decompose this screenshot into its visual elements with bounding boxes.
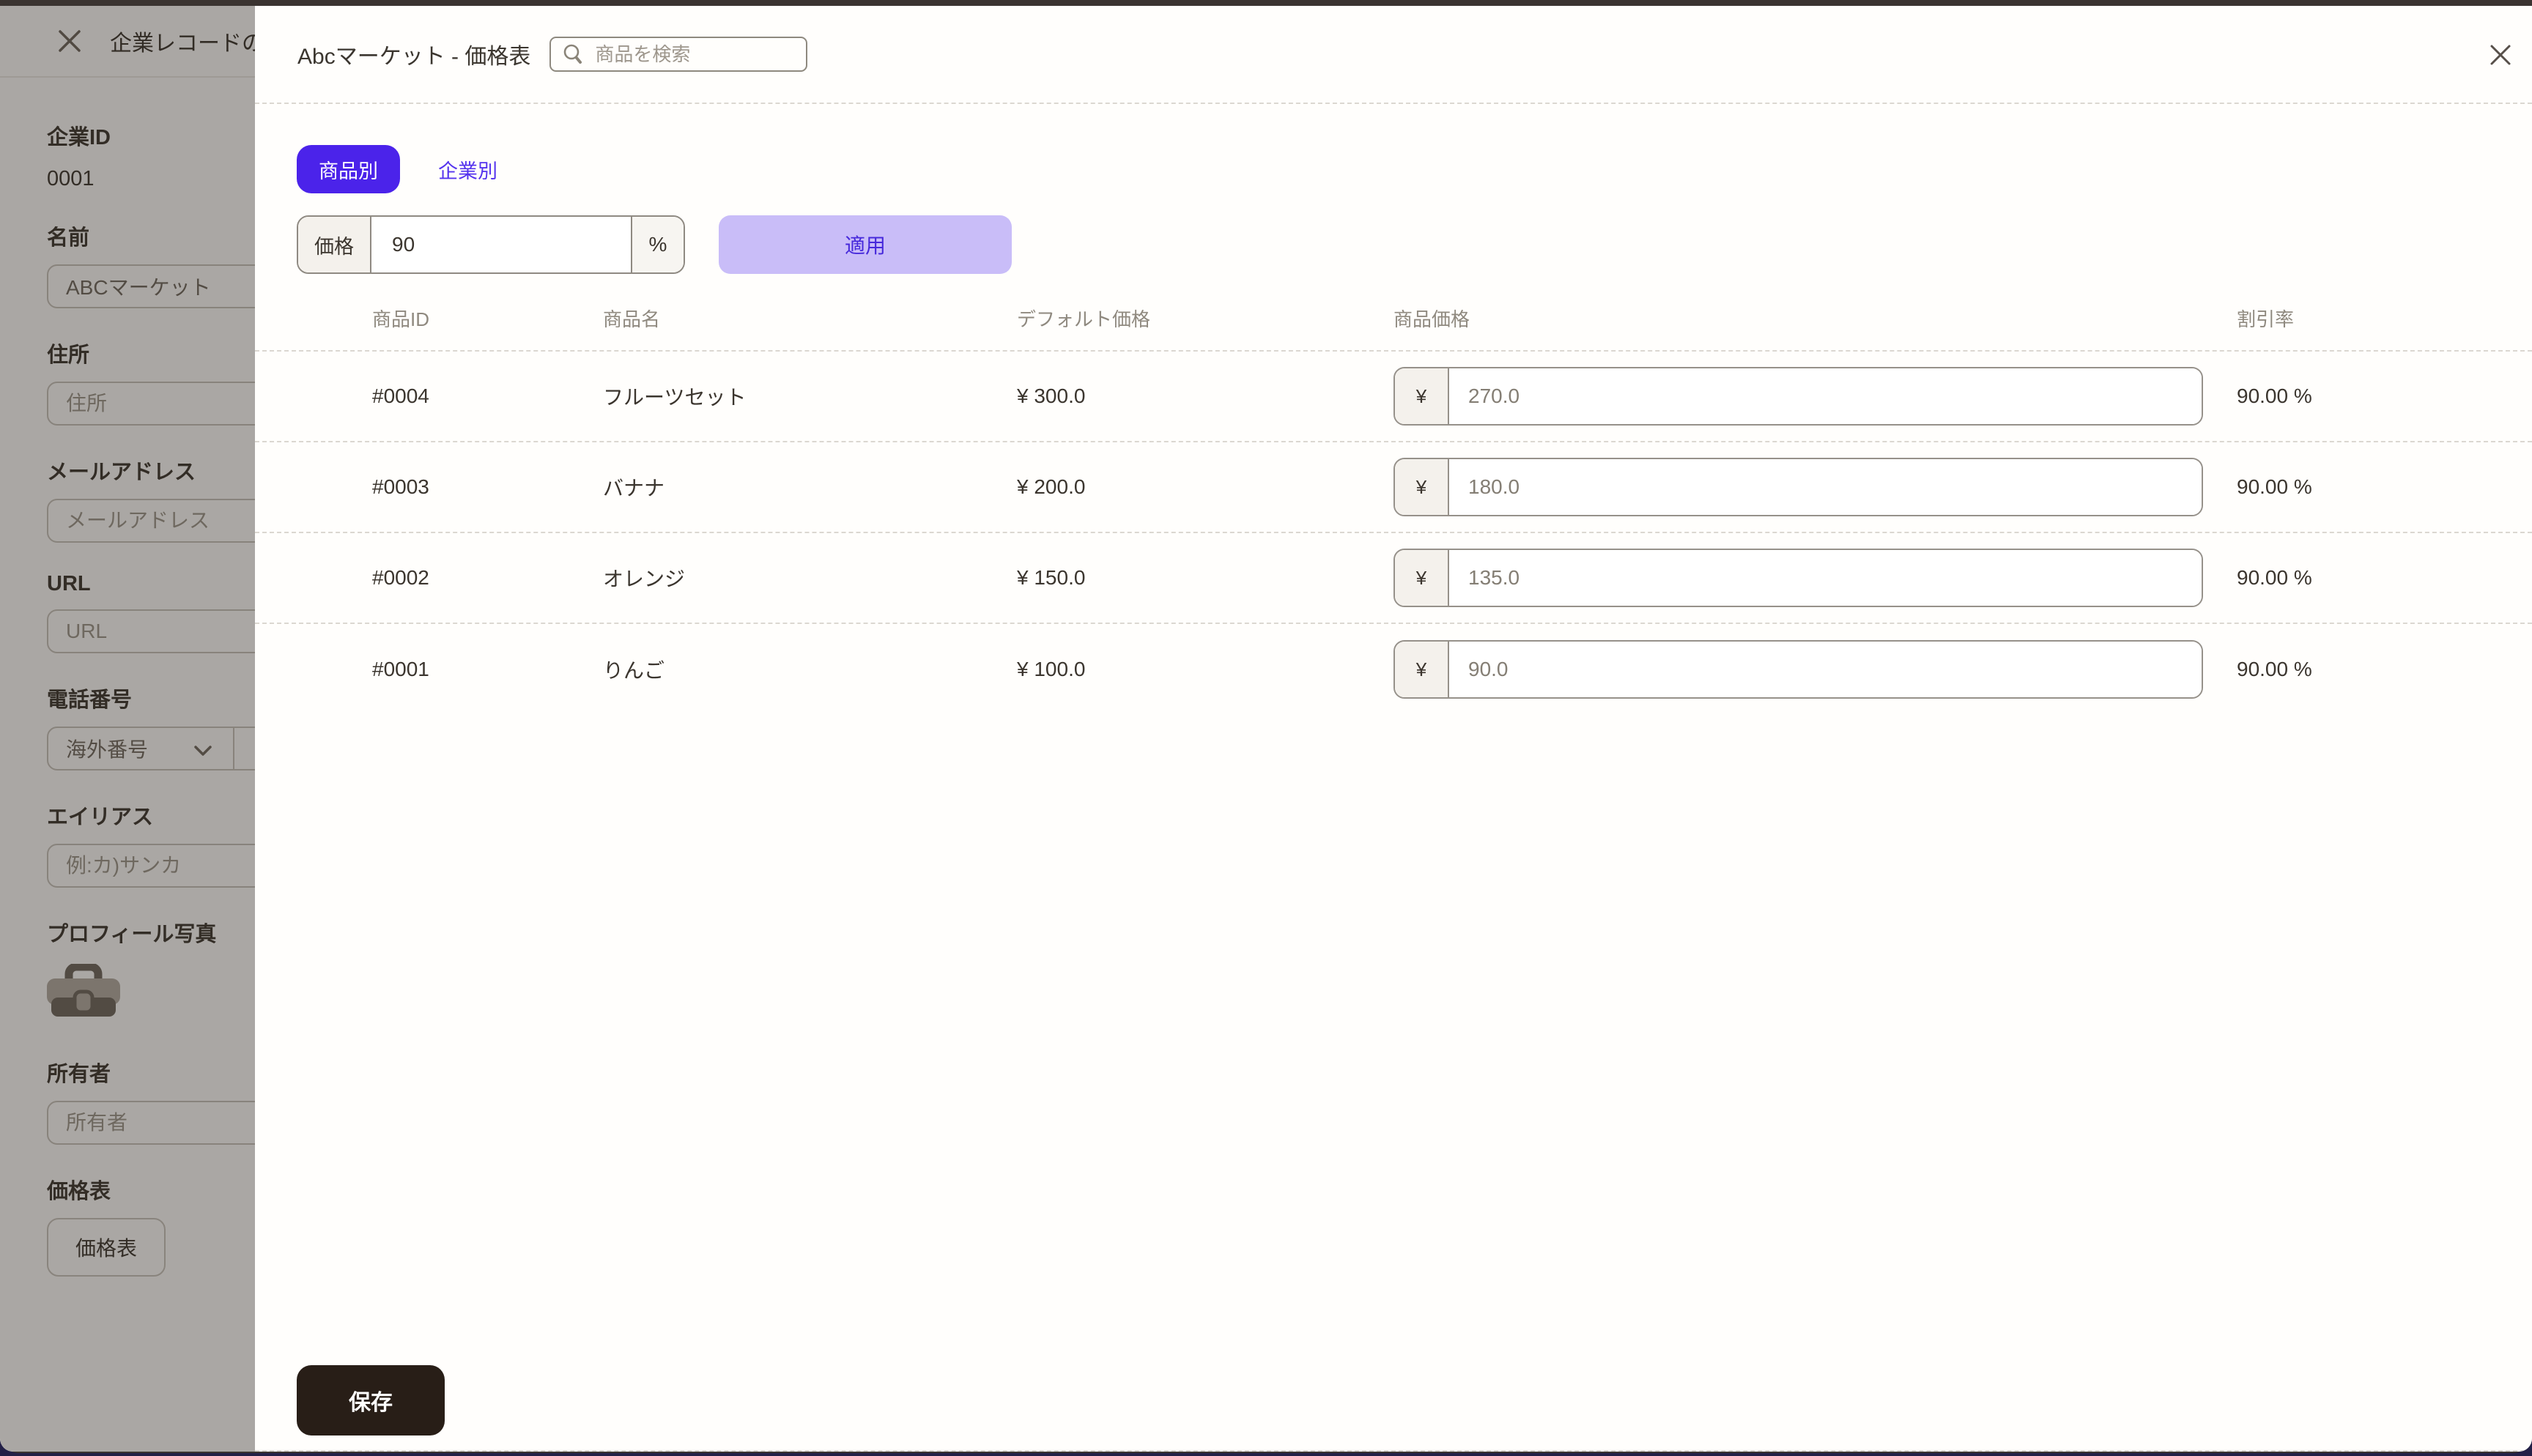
table-header-row: 商品ID 商品名 デフォルト価格 商品価格 割引率 bbox=[255, 305, 2532, 352]
default-price-cell: ¥ 150.0 bbox=[1017, 566, 1393, 590]
default-price-cell: ¥ 100.0 bbox=[1017, 658, 1393, 681]
table-row: #0001 りんご ¥ 100.0 ¥ 90.00 % bbox=[255, 624, 2532, 715]
table-row: #0003 バナナ ¥ 200.0 ¥ 90.00 % bbox=[255, 442, 2532, 533]
col-header-default-price: デフォルト価格 bbox=[1017, 305, 1393, 332]
product-name-cell: りんご bbox=[603, 655, 1017, 684]
discount-rate-cell: 90.00 % bbox=[2237, 658, 2532, 681]
price-filter-row: 価格 % 適用 bbox=[297, 215, 2532, 274]
product-id-cell: #0002 bbox=[372, 566, 603, 590]
product-name-cell: フルーツセット bbox=[603, 382, 1017, 411]
modal-close-icon[interactable] bbox=[2488, 42, 2513, 67]
tabs: 商品別 企業別 bbox=[297, 145, 2532, 193]
product-price-input[interactable] bbox=[1449, 368, 2202, 424]
price-table-modal: Abcマーケット - 価格表 商品別 企業別 bbox=[255, 6, 2532, 1452]
product-search-input[interactable] bbox=[595, 43, 785, 66]
price-prefix-label: 価格 bbox=[298, 217, 371, 272]
default-price-cell: ¥ 200.0 bbox=[1017, 475, 1393, 499]
default-price-cell: ¥ 300.0 bbox=[1017, 385, 1393, 408]
table-body: #0004 フルーツセット ¥ 300.0 ¥ 90.00 % #0003 バナ… bbox=[255, 352, 2532, 715]
product-price-group: ¥ bbox=[1393, 367, 2203, 426]
product-id-cell: #0001 bbox=[372, 658, 603, 681]
discount-rate-cell: 90.00 % bbox=[2237, 475, 2532, 499]
product-search-box[interactable] bbox=[549, 37, 807, 72]
table-row: #0004 フルーツセット ¥ 300.0 ¥ 90.00 % bbox=[255, 352, 2532, 442]
discount-rate-cell: 90.00 % bbox=[2237, 385, 2532, 408]
col-header-product-price: 商品価格 bbox=[1393, 305, 2237, 332]
product-price-group: ¥ bbox=[1393, 458, 2203, 516]
table-row: #0002 オレンジ ¥ 150.0 ¥ 90.00 % bbox=[255, 533, 2532, 624]
app-window: 企業レコードの 企業ID 0001 名前 住所 メールアドレス URL 電話番号… bbox=[0, 6, 2532, 1452]
col-header-discount: 割引率 bbox=[2237, 305, 2532, 332]
yen-prefix-label: ¥ bbox=[1395, 642, 1449, 697]
yen-prefix-label: ¥ bbox=[1395, 550, 1449, 606]
col-header-product-name: 商品名 bbox=[603, 305, 1017, 332]
apply-button[interactable]: 適用 bbox=[719, 215, 1012, 274]
tab-by-company[interactable]: 企業別 bbox=[438, 155, 497, 184]
modal-title: Abcマーケット - 価格表 bbox=[297, 38, 530, 70]
product-id-cell: #0004 bbox=[372, 385, 603, 408]
product-price-input[interactable] bbox=[1449, 550, 2202, 606]
screen: 企業レコードの 企業ID 0001 名前 住所 メールアドレス URL 電話番号… bbox=[0, 0, 2532, 1456]
col-header-product-id: 商品ID bbox=[372, 305, 603, 332]
product-name-cell: バナナ bbox=[603, 472, 1017, 502]
product-price-group: ¥ bbox=[1393, 549, 2203, 607]
save-button[interactable]: 保存 bbox=[297, 1365, 445, 1435]
tab-by-product[interactable]: 商品別 bbox=[297, 145, 400, 193]
product-price-input[interactable] bbox=[1449, 642, 2202, 697]
search-icon bbox=[561, 42, 585, 66]
price-percent-group: 価格 % bbox=[297, 215, 685, 274]
yen-prefix-label: ¥ bbox=[1395, 459, 1449, 515]
modal-header: Abcマーケット - 価格表 bbox=[255, 6, 2532, 104]
product-id-cell: #0003 bbox=[372, 475, 603, 499]
percent-input[interactable] bbox=[371, 217, 631, 272]
product-price-input[interactable] bbox=[1449, 459, 2202, 515]
percent-suffix-label: % bbox=[631, 217, 684, 272]
discount-rate-cell: 90.00 % bbox=[2237, 566, 2532, 590]
product-price-group: ¥ bbox=[1393, 640, 2203, 699]
product-name-cell: オレンジ bbox=[603, 563, 1017, 593]
yen-prefix-label: ¥ bbox=[1395, 368, 1449, 424]
